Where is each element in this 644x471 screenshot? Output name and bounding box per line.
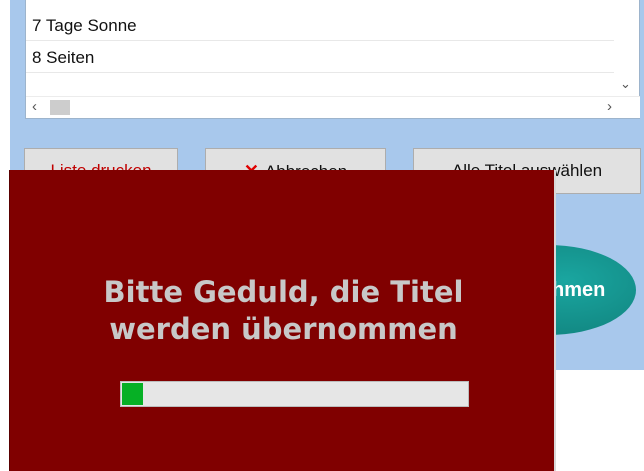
progress-bar-fill — [122, 383, 143, 405]
accept-button-label: hmen — [552, 279, 606, 301]
horizontal-scrollbar[interactable]: ‹ › — [26, 96, 640, 118]
vertical-scrollbar[interactable]: ⌄ — [615, 0, 639, 96]
progress-message: Bitte Geduld, die Titel werden übernomme… — [10, 274, 557, 348]
scroll-down-icon[interactable]: ⌄ — [620, 76, 631, 92]
scroll-right-icon[interactable]: › — [607, 98, 612, 115]
list-item-label: 7 Tage Sonne — [32, 16, 137, 35]
progress-dialog: Bitte Geduld, die Titel werden übernomme… — [9, 170, 556, 471]
progress-bar — [120, 381, 469, 407]
list-item[interactable]: 7 Tage Sonne — [26, 11, 614, 41]
scroll-left-icon[interactable]: ‹ — [32, 98, 37, 115]
progress-message-line1: Bitte Geduld, die Titel — [103, 275, 464, 309]
list-item-label: 8 Seiten — [32, 48, 95, 67]
scrollbar-thumb[interactable] — [50, 100, 70, 115]
title-list[interactable]: 7 Tage Sonne 8 Seiten ⌄ ‹ › — [25, 0, 640, 119]
list-item[interactable]: 8 Seiten — [26, 43, 614, 73]
progress-message-line2: werden übernommen — [109, 312, 458, 346]
